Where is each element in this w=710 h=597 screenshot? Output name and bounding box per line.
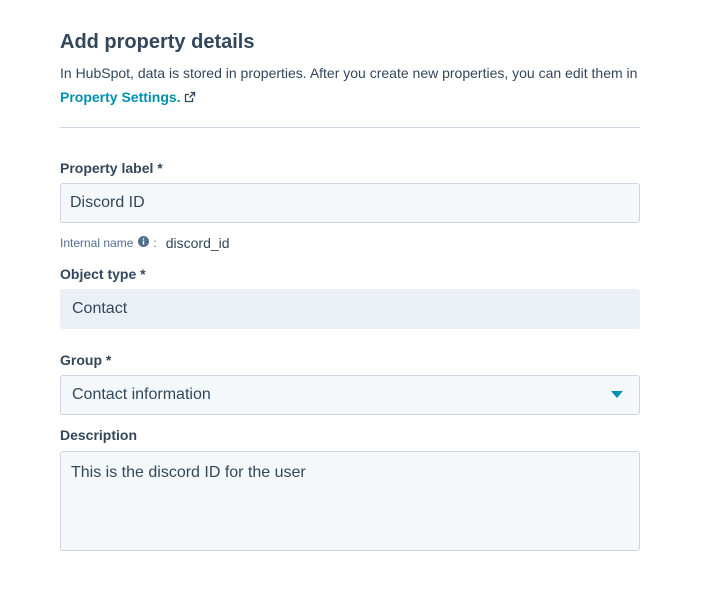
group-select[interactable]: Contact information [60, 375, 640, 415]
page-title: Add property details [60, 31, 255, 53]
property-label-input[interactable] [60, 183, 640, 223]
intro-paragraph: In HubSpot, data is stored in properties… [60, 61, 640, 110]
description-heading: Description [60, 427, 138, 443]
external-link-icon[interactable] [184, 86, 196, 110]
object-type-field: Contact [60, 289, 640, 329]
description-textarea[interactable]: This is the discord ID for the user [60, 451, 640, 551]
property-label-heading: Property label * [60, 160, 163, 176]
internal-name-separator: : [153, 236, 157, 250]
caret-down-icon[interactable] [611, 391, 623, 398]
section-divider [60, 127, 640, 128]
property-settings-link[interactable]: Property Settings. [60, 89, 196, 105]
info-icon[interactable] [138, 234, 150, 252]
internal-name-row: Internal name : discord_id [60, 234, 230, 252]
property-settings-link-label[interactable]: Property Settings. [60, 89, 181, 105]
group-select-value[interactable]: Contact information [72, 376, 211, 414]
group-heading: Group * [60, 352, 112, 368]
object-type-heading: Object type * [60, 266, 146, 282]
intro-text: In HubSpot, data is stored in properties… [60, 65, 638, 81]
internal-name-label: Internal name [60, 236, 134, 250]
internal-name-value: discord_id [165, 235, 230, 251]
